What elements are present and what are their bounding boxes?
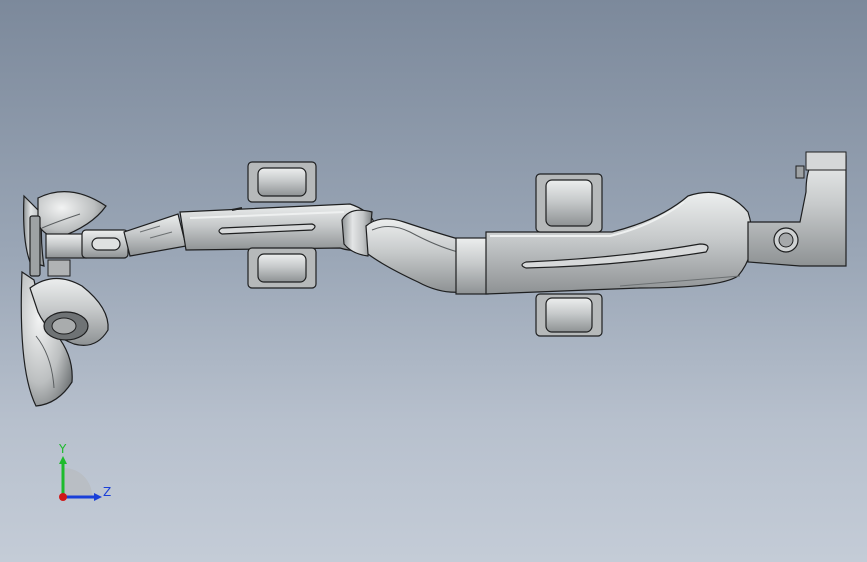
triad-z-arrow <box>94 493 102 501</box>
lower-lamp-reflector <box>20 259 109 407</box>
rear-arm-body <box>485 191 753 295</box>
triad-y-label: Y <box>58 442 67 456</box>
lamp-mount-knuckle <box>45 229 129 259</box>
elbow-joint <box>341 209 489 295</box>
triad-arc <box>64 468 92 496</box>
coordinate-triad: Y Z <box>58 442 111 501</box>
triad-x-origin <box>59 493 67 501</box>
lamp-head-assembly <box>20 191 129 407</box>
model-viewport[interactable] <box>0 0 867 562</box>
triad-y-arrow <box>59 456 67 464</box>
front-arm-tube <box>123 213 187 257</box>
triad-z-label: Z <box>103 485 111 499</box>
mounting-bracket <box>747 151 847 267</box>
